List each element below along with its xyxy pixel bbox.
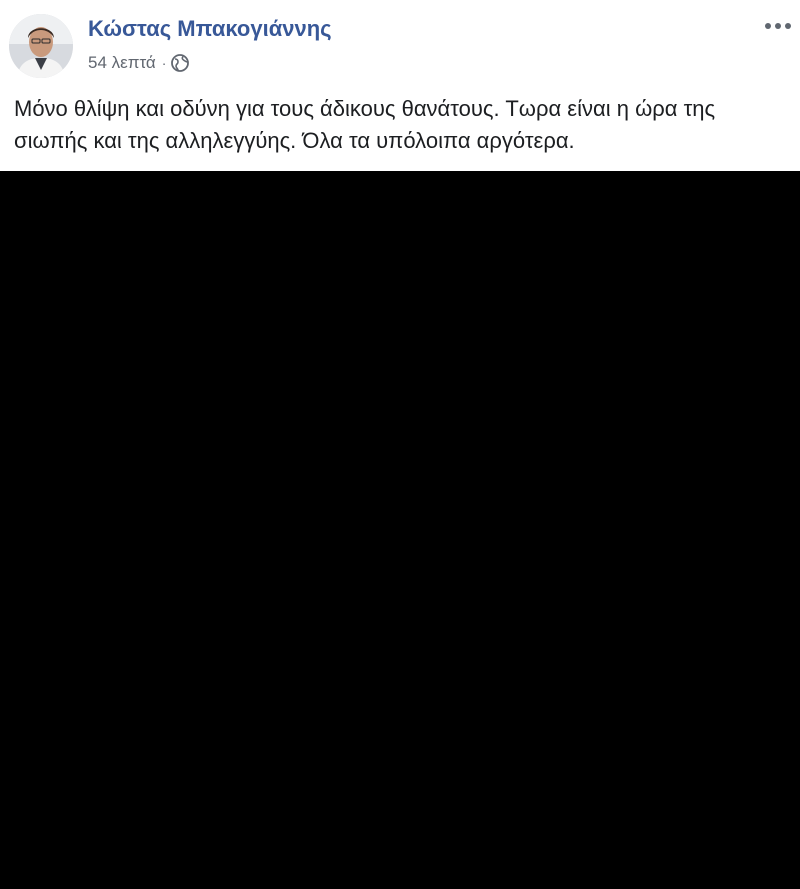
globe-icon[interactable] xyxy=(170,53,190,73)
facebook-post: Κώστας Μπακογιάννης 54 λεπτά · Μόνο θλίψ… xyxy=(0,0,800,889)
post-meta: 54 λεπτά · xyxy=(88,52,190,74)
more-options-button[interactable] xyxy=(760,12,796,40)
more-options-icon xyxy=(765,23,791,29)
meta-separator: · xyxy=(161,55,167,71)
post-media-image[interactable] xyxy=(0,171,800,889)
author-name-link[interactable]: Κώστας Μπακογιάννης xyxy=(88,16,332,42)
post-body-text: Μόνο θλίψη και οδύνη για τους άδικους θα… xyxy=(14,96,716,153)
timestamp-link[interactable]: 54 λεπτά xyxy=(88,53,156,73)
profile-photo xyxy=(9,14,73,78)
author-avatar[interactable] xyxy=(9,14,73,78)
post-header: Κώστας Μπακογιάννης 54 λεπτά · xyxy=(0,0,800,88)
